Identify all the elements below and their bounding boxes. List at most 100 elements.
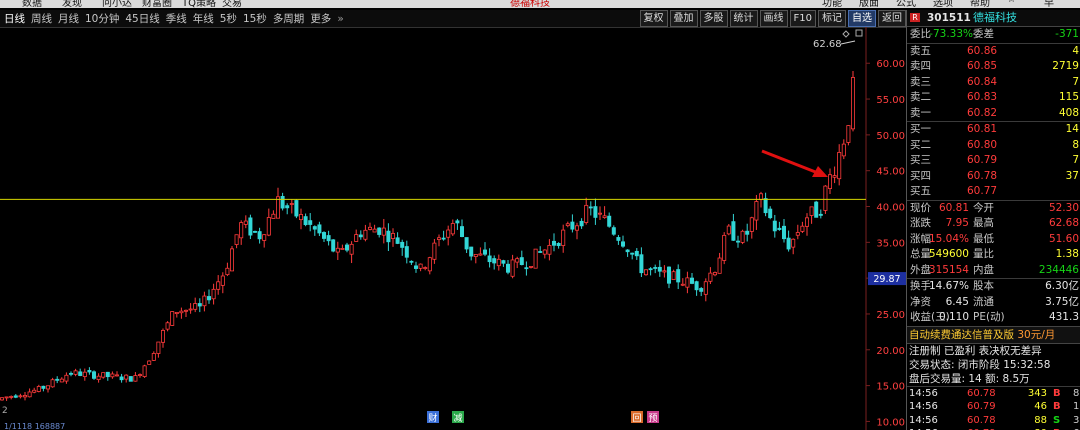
candle[interactable] <box>248 214 253 240</box>
candle[interactable] <box>487 248 492 268</box>
candle[interactable] <box>87 367 92 375</box>
candle[interactable] <box>4 396 9 401</box>
candle[interactable] <box>505 260 510 275</box>
candle[interactable] <box>478 247 483 256</box>
top-menu-item[interactable]: 发现 <box>62 0 82 8</box>
candle[interactable] <box>234 234 239 249</box>
candle[interactable] <box>533 248 538 269</box>
kline-chart-svg[interactable]: 60.0055.0050.0045.0040.0035.0030.0025.00… <box>0 27 906 430</box>
top-menu-item[interactable]: 问小达 <box>102 0 132 8</box>
candle[interactable] <box>326 230 331 246</box>
period-tab[interactable]: 更多 <box>310 13 331 25</box>
candle[interactable] <box>795 224 800 240</box>
candle[interactable] <box>354 229 359 242</box>
candle[interactable] <box>680 278 685 287</box>
period-tab[interactable]: 5秒 <box>220 13 237 25</box>
candle[interactable] <box>179 307 184 319</box>
candle[interactable] <box>312 225 317 236</box>
candle[interactable] <box>101 372 106 379</box>
candle[interactable] <box>841 139 846 160</box>
candle[interactable] <box>510 254 515 279</box>
candle[interactable] <box>662 265 667 278</box>
candle[interactable] <box>754 194 759 230</box>
candle[interactable] <box>216 275 221 295</box>
tool-button[interactable]: 返回 <box>878 10 906 27</box>
more-arrow-icon[interactable]: » <box>337 13 343 25</box>
top-menu-item[interactable]: 数据 <box>22 0 42 8</box>
candle[interactable] <box>745 223 750 242</box>
candle[interactable] <box>193 297 198 313</box>
candle[interactable] <box>257 227 262 244</box>
right-menu-item[interactable]: 帮助 <box>970 0 990 8</box>
candle[interactable] <box>36 384 41 393</box>
tick-list[interactable]: 14:56 60.78 343 B 8 14:56 60.79 46 B 1 14:56 60.78 8… <box>907 385 1080 430</box>
candle[interactable] <box>694 280 699 296</box>
candle[interactable] <box>809 206 814 224</box>
right-menu-item[interactable]: ☆ <box>1007 0 1016 5</box>
candle[interactable] <box>547 239 552 261</box>
candle[interactable] <box>717 252 722 274</box>
period-tab[interactable]: 10分钟 <box>85 13 119 25</box>
candle[interactable] <box>542 249 547 259</box>
candle[interactable] <box>110 371 115 379</box>
candle[interactable] <box>321 231 326 242</box>
candle[interactable] <box>832 166 837 184</box>
event-marker[interactable]: 财 <box>427 411 439 424</box>
order-book-row[interactable]: 买五 60.77 <box>907 184 1080 200</box>
candle[interactable] <box>46 385 51 393</box>
candle[interactable] <box>55 376 60 384</box>
period-tab[interactable]: 45日线 <box>125 13 159 25</box>
order-book-row[interactable]: 买二 60.80 8 <box>907 138 1080 154</box>
tool-button[interactable]: 标记 <box>818 10 846 27</box>
candle[interactable] <box>220 272 225 294</box>
candle[interactable] <box>588 201 593 216</box>
candle[interactable] <box>59 377 64 383</box>
candle[interactable] <box>473 254 478 264</box>
candle[interactable] <box>0 397 4 401</box>
candle[interactable] <box>188 303 193 314</box>
candle[interactable] <box>593 198 598 225</box>
candle[interactable] <box>464 237 469 254</box>
candle[interactable] <box>427 256 432 275</box>
square-icon[interactable] <box>855 29 863 37</box>
period-tab[interactable]: 15秒 <box>243 13 267 25</box>
top-menu-item[interactable]: 交易 <box>222 0 242 8</box>
candle[interactable] <box>372 224 377 233</box>
top-menu-item[interactable]: TQ策略 <box>182 0 216 8</box>
candle[interactable] <box>266 208 271 237</box>
candle[interactable] <box>653 264 658 274</box>
candle[interactable] <box>151 351 156 361</box>
candle[interactable] <box>846 125 851 146</box>
candle[interactable] <box>32 387 37 394</box>
candle[interactable] <box>280 192 285 211</box>
period-tab[interactable]: 日线 <box>4 13 25 25</box>
event-marker[interactable]: 减 <box>452 411 464 424</box>
candle[interactable] <box>289 199 294 214</box>
candle[interactable] <box>800 221 805 234</box>
candle[interactable] <box>229 246 234 272</box>
candle[interactable] <box>782 218 787 243</box>
candle[interactable] <box>69 371 74 377</box>
candle[interactable] <box>349 241 354 264</box>
candle[interactable] <box>119 373 124 383</box>
candle[interactable] <box>423 266 428 271</box>
candle[interactable] <box>575 222 580 240</box>
candle[interactable] <box>690 272 695 285</box>
event-marker[interactable]: 回 <box>631 411 643 424</box>
candle[interactable] <box>657 260 662 277</box>
stock-code[interactable]: 301511 <box>927 10 971 26</box>
candle[interactable] <box>147 360 152 365</box>
candle[interactable] <box>519 250 524 266</box>
candle[interactable] <box>275 187 280 219</box>
candle[interactable] <box>170 311 175 326</box>
candle[interactable] <box>225 262 230 277</box>
candle[interactable] <box>552 233 557 252</box>
candle[interactable] <box>708 267 713 285</box>
candle[interactable] <box>713 271 718 277</box>
candle[interactable] <box>358 230 363 240</box>
candle[interactable] <box>124 374 129 383</box>
order-book-row[interactable]: 买三 60.79 7 <box>907 153 1080 169</box>
candle[interactable] <box>496 254 501 271</box>
tick-row[interactable]: 14:56 60.78 88 S 3 <box>907 414 1080 428</box>
candle[interactable] <box>818 209 823 219</box>
